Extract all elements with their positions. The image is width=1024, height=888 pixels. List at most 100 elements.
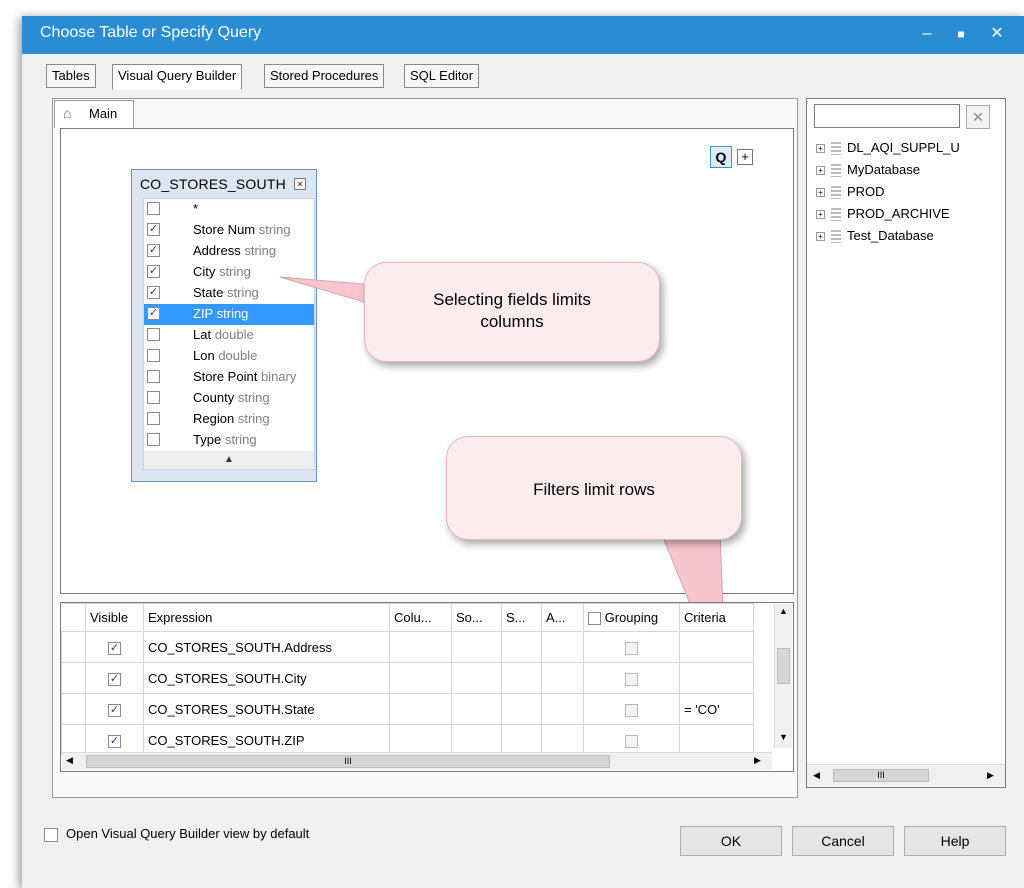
header-grouping[interactable]: Grouping [583,603,680,632]
grid-cell[interactable] [389,724,452,756]
scroll-down-icon[interactable]: ▼ [779,732,788,742]
field-checkbox[interactable] [147,349,160,362]
ok-button[interactable]: OK [680,826,782,856]
visible-cell[interactable]: ✓ [85,693,144,725]
header-column[interactable]: Colu... [389,603,452,632]
table-co-stores-south[interactable]: CO_STORES_SOUTH × * ✓ Store Num string ✓… [131,169,317,482]
tab-tables[interactable]: Tables [46,64,96,88]
visible-checkbox[interactable]: ✓ [108,641,121,655]
field-checkbox[interactable] [147,202,160,215]
field-checkbox[interactable] [147,370,160,383]
add-object-button[interactable]: + [737,149,753,165]
grid-cell[interactable] [541,631,584,663]
visible-cell[interactable]: ✓ [85,662,144,694]
field-checkbox[interactable] [147,391,160,404]
close-button[interactable]: ✕ [984,22,1010,46]
table-row[interactable]: ✓ CO_STORES_SOUTH.ZIP [61,724,754,756]
expression-cell[interactable]: CO_STORES_SOUTH.State [143,693,390,725]
grid-cell[interactable] [389,693,452,725]
grid-cell[interactable] [451,693,502,725]
visible-checkbox[interactable]: ✓ [108,672,121,686]
grouping-checkbox[interactable] [625,734,638,748]
field-row[interactable]: Lon double [144,346,314,367]
clear-search-button[interactable]: ✕ [966,105,990,129]
field-row[interactable]: ✓ Address string [144,241,314,262]
tab-stored-procedures[interactable]: Stored Procedures [264,64,385,88]
table-row[interactable]: ✓ CO_STORES_SOUTH.Address [61,631,754,663]
grid-cell[interactable] [541,693,584,725]
scroll-thumb[interactable]: III [833,769,929,782]
grid-cell[interactable] [451,662,502,694]
grid-cell[interactable] [501,693,542,725]
scroll-thumb[interactable] [777,648,790,684]
grid-cell[interactable] [451,631,502,663]
query-properties-button[interactable]: Q [710,146,732,168]
default-view-checkbox[interactable] [44,828,58,842]
grid-vertical-scrollbar[interactable]: ▲ ▼ [774,604,792,748]
grid-cell[interactable] [541,662,584,694]
tab-main[interactable]: ⌂ Main [54,100,134,128]
maximize-button[interactable]: ■ [948,22,974,46]
table-row[interactable]: ✓ CO_STORES_SOUTH.City [61,662,754,694]
grouping-cell[interactable] [583,631,680,663]
grid-cell[interactable] [541,724,584,756]
expand-icon[interactable]: + [816,144,825,154]
scroll-up-icon[interactable]: ▲ [779,606,788,616]
tree-item-db[interactable]: + PROD_ARCHIVE [816,206,950,226]
header-sort[interactable]: So... [451,603,502,632]
grouping-cell[interactable] [583,662,680,694]
field-checkbox[interactable]: ✓ [147,265,160,278]
grid-cell[interactable] [501,662,542,694]
grid-cell[interactable] [389,631,452,663]
grid-cell[interactable] [501,724,542,756]
grid-horizontal-scrollbar[interactable]: ◀ III ▶ [62,752,772,770]
scroll-right-icon[interactable]: ▶ [754,755,761,766]
grouping-checkbox[interactable] [625,641,638,655]
header-s[interactable]: S... [501,603,542,632]
criteria-cell[interactable]: = 'CO' [679,693,754,725]
field-row[interactable]: Type string [144,430,314,451]
grouping-all-checkbox[interactable] [588,612,601,626]
field-checkbox[interactable]: ✓ [147,244,160,257]
expand-icon[interactable]: + [816,166,825,176]
tree-item-db[interactable]: + MyDatabase [816,162,920,182]
tree-search-input[interactable] [814,104,960,128]
expression-cell[interactable]: CO_STORES_SOUTH.City [143,662,390,694]
grid-cell[interactable] [389,662,452,694]
tab-visual-query-builder[interactable]: Visual Query Builder [112,64,243,90]
field-checkbox[interactable] [147,433,160,446]
expression-cell[interactable]: CO_STORES_SOUTH.ZIP [143,724,390,756]
visible-checkbox[interactable]: ✓ [108,703,121,717]
field-row[interactable]: Store Point binary [144,367,314,388]
scroll-right-icon[interactable]: ▶ [987,770,994,781]
visible-cell[interactable]: ✓ [85,724,144,756]
header-expression[interactable]: Expression [143,603,390,632]
expand-icon[interactable]: + [816,188,825,198]
tree-item-db[interactable]: + DL_AQI_SUPPL_U [816,140,960,160]
field-checkbox[interactable] [147,328,160,341]
table-row[interactable]: ✓ CO_STORES_SOUTH.State = 'CO' [61,693,754,725]
criteria-grid[interactable]: Visible Expression Colu... So... S... A.… [60,602,794,772]
scroll-left-icon[interactable]: ◀ [66,755,73,766]
grouping-checkbox[interactable] [625,703,638,717]
cancel-button[interactable]: Cancel [792,826,894,856]
tree-horizontal-scrollbar[interactable]: ◀ III ▶ [807,764,1005,786]
grid-cell[interactable] [501,631,542,663]
field-checkbox[interactable]: ✓ [147,223,160,236]
field-row[interactable]: Region string [144,409,314,430]
minimize-button[interactable]: – [914,22,940,46]
visible-checkbox[interactable]: ✓ [108,734,121,748]
field-row[interactable]: * [144,199,314,220]
grouping-checkbox[interactable] [625,672,638,686]
tab-sql-editor[interactable]: SQL Editor [404,64,480,88]
header-aggregate[interactable]: A... [541,603,584,632]
field-row[interactable]: County string [144,388,314,409]
help-button[interactable]: Help [904,826,1006,856]
expression-cell[interactable]: CO_STORES_SOUTH.Address [143,631,390,663]
expand-icon[interactable]: + [816,210,825,220]
tree-item-db[interactable]: + Test_Database [816,228,934,248]
table-close-icon[interactable]: × [294,178,306,190]
criteria-cell[interactable] [679,631,754,663]
tree-item-db[interactable]: + PROD [816,184,885,204]
grouping-cell[interactable] [583,693,680,725]
